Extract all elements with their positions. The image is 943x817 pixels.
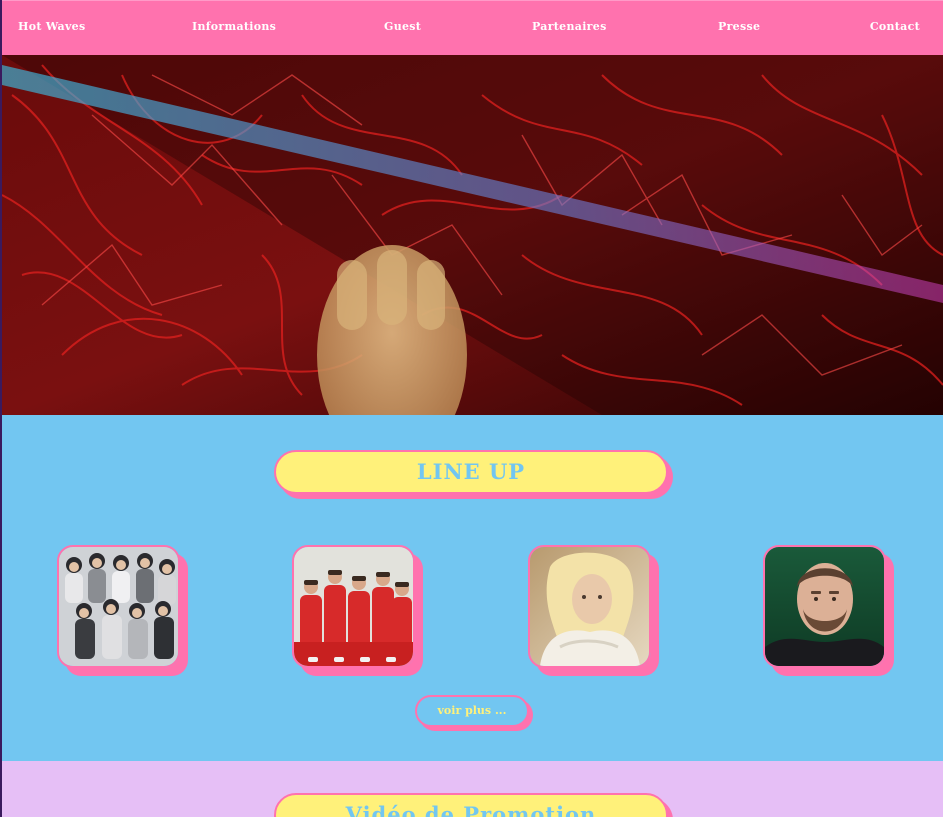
artist-photo <box>765 547 884 666</box>
promo-section: Vidéo de Promotion <box>2 761 943 817</box>
top-nav: Hot Waves Informations Guest Partenaires… <box>2 0 943 55</box>
artist-card[interactable] <box>292 545 415 668</box>
nav-item-hot-waves[interactable]: Hot Waves <box>18 20 85 33</box>
see-more-button[interactable]: voir plus ... <box>415 695 529 727</box>
artist-photo <box>59 547 178 666</box>
lineup-title: LINE UP <box>274 450 668 494</box>
nav-item-presse[interactable]: Presse <box>718 20 760 33</box>
nav-item-informations[interactable]: Informations <box>192 20 276 33</box>
artist-card[interactable] <box>57 545 180 668</box>
nav-item-guest[interactable]: Guest <box>384 20 421 33</box>
artist-card[interactable] <box>763 545 886 668</box>
nav-item-contact[interactable]: Contact <box>870 20 920 33</box>
artist-card[interactable] <box>528 545 651 668</box>
hero-video <box>2 55 943 415</box>
lineup-section: LINE UP voir plus ... <box>2 415 943 761</box>
nav-item-partenaires[interactable]: Partenaires <box>532 20 607 33</box>
page: Hot Waves Informations Guest Partenaires… <box>0 0 943 817</box>
promo-title: Vidéo de Promotion <box>274 793 668 817</box>
artist-photo <box>530 547 649 666</box>
artist-photo <box>294 547 413 666</box>
